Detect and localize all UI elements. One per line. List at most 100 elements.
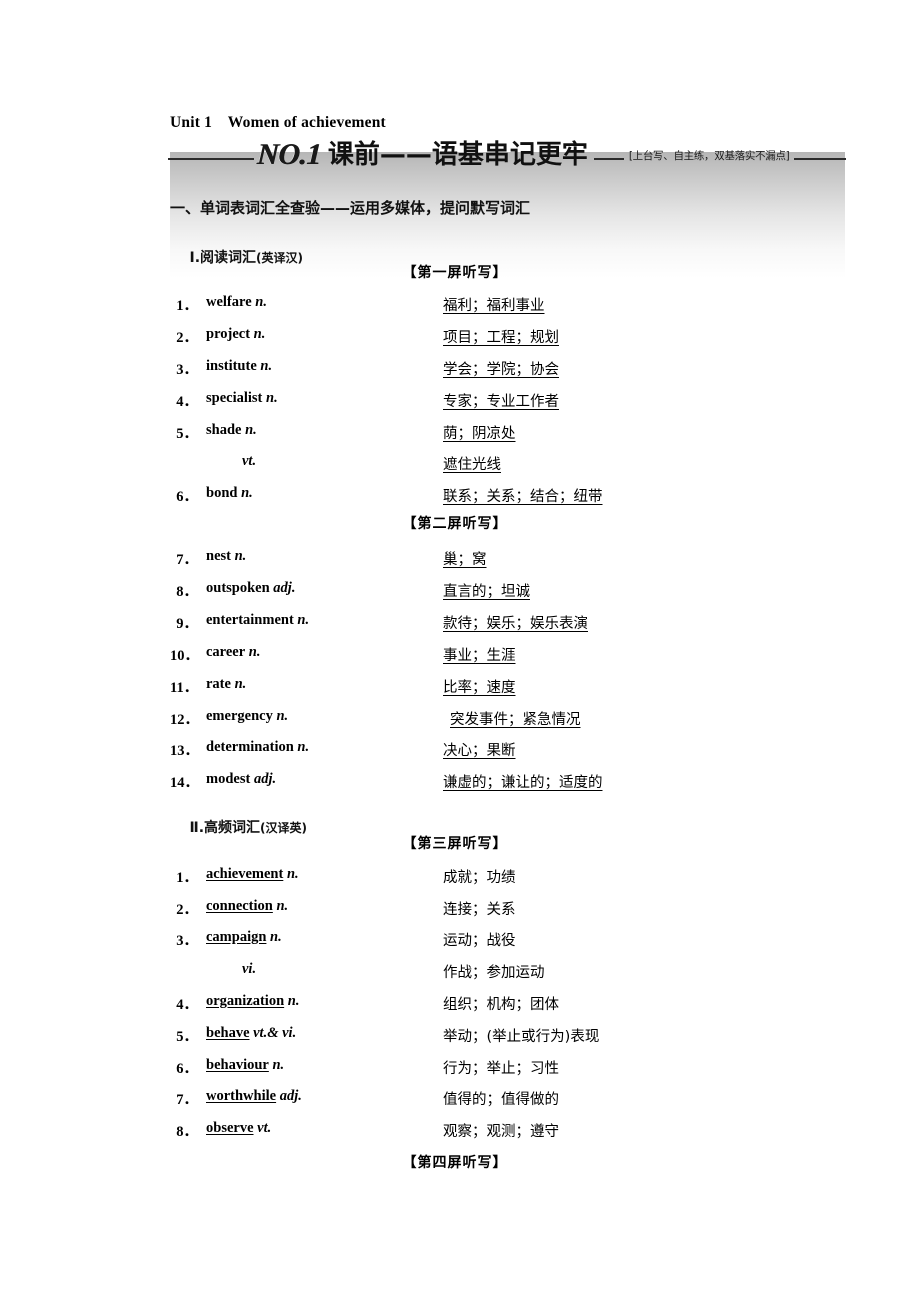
vocab-number: 12． <box>170 712 199 728</box>
vocab-answer: 谦虚的；谦让的；适度的 <box>443 775 603 791</box>
vocab-word-text: welfare <box>206 294 252 310</box>
vocab-answer: 专家；专业工作者 <box>443 394 559 410</box>
vocab-word: modest adj. <box>206 771 276 788</box>
vocab-word-text: worthwhile <box>206 1088 277 1104</box>
vocab-number: 5． <box>176 426 198 442</box>
banner-rule-left <box>168 158 254 160</box>
vocab-word: project n. <box>206 326 265 343</box>
vocab-word-text: specialist <box>206 390 263 406</box>
vocab-row: 2． connection n. 连接；关系 <box>170 898 830 918</box>
vocab-answer: 行为；举止；习性 <box>443 1061 559 1077</box>
vocab-row-sub: vi. 作战；参加运动 <box>170 961 830 981</box>
banner-rule-middle <box>593 158 624 160</box>
vocab-answer: 事业；生涯 <box>443 648 516 664</box>
vocab-word: observe vt. <box>206 1120 271 1137</box>
vocab-answer: 突发事件；紧急情况 <box>450 712 581 728</box>
vocab-answer: 成就；功绩 <box>443 870 516 886</box>
vocab-word-text: career <box>206 644 246 660</box>
vocab-pos: adj. <box>253 771 277 787</box>
vocab-number: 7． <box>176 1092 198 1108</box>
vocab-answer: 款待；娱乐；娱乐表演 <box>443 616 588 632</box>
vocab-pos: vt.& vi. <box>253 1025 297 1041</box>
vocab-number: 11． <box>170 680 199 696</box>
vocab-answer: 联系；关系；结合；纽带 <box>443 489 603 505</box>
vocab-pos: n. <box>266 390 278 406</box>
vocab-word: specialist n. <box>206 390 278 407</box>
vocab-pos: n. <box>234 548 247 564</box>
vocab-number: 1． <box>176 870 198 886</box>
vocab-number: 8． <box>176 584 198 600</box>
vocab-word-text: connection <box>206 898 273 914</box>
vocab-word-text: behave <box>206 1025 250 1041</box>
banner-number: NO.1 <box>256 138 322 171</box>
vocab-answer: 荫；阴凉处 <box>443 426 516 442</box>
vocab-word: connection n. <box>206 898 288 915</box>
vocab-answer: 决心；果断 <box>443 743 516 759</box>
vocab-word: nest n. <box>206 548 246 565</box>
vocab-answer: 遮住光线 <box>443 457 501 473</box>
vocab-word: vt. <box>242 453 256 470</box>
vocab-number: 3． <box>176 362 198 378</box>
vocab-answer: 作战；参加运动 <box>443 965 545 981</box>
section-banner: NO.1 课前——语基串记更牢 [上台写、自主练，双基落实不漏点] <box>168 136 846 174</box>
vocab-number: 14． <box>170 775 199 791</box>
vocab-word-text: project <box>206 326 251 342</box>
vocab-word: behave vt.& vi. <box>206 1025 296 1042</box>
vocab-answer: 运动；战役 <box>443 933 516 949</box>
vocab-pos: n. <box>287 993 300 1009</box>
vocab-answer: 连接；关系 <box>443 902 516 918</box>
vocab-answer: 直言的；坦诚 <box>443 584 530 600</box>
vocab-pos: vi. <box>242 961 257 977</box>
vocab-row: 6． behaviour n. 行为；举止；习性 <box>170 1057 830 1077</box>
part-one-heading: 一、单词表词汇全查验——运用多媒体，提问默写词汇 <box>170 199 531 217</box>
vocab-row: 13． determination n. 决心；果断 <box>170 739 830 759</box>
vocab-row: 5． shade n. 荫；阴凉处 <box>170 422 830 442</box>
vocab-row: 2． project n. 项目；工程；规划 <box>170 326 830 346</box>
vocab-number: 5． <box>176 1029 198 1045</box>
vocab-pos: adj. <box>279 1088 302 1104</box>
vocab-answer: 学会；学院；协会 <box>443 362 559 378</box>
vocab-row: 8． outspoken adj. 直言的；坦诚 <box>170 580 830 600</box>
vocab-word: outspoken adj. <box>206 580 295 597</box>
vocab-pos: n. <box>276 708 289 724</box>
vocab-answer: 值得的；值得做的 <box>443 1092 559 1108</box>
vocab-pos: n. <box>297 612 310 628</box>
vocab-number: 3． <box>176 933 198 949</box>
vocab-word-text: nest <box>206 548 231 564</box>
vocab-number: 9． <box>176 616 198 632</box>
vocab-word: determination n. <box>206 739 309 756</box>
vocab-word: entertainment n. <box>206 612 309 629</box>
vocab-number: 7． <box>176 552 198 568</box>
document-page: Unit 1 Women of achievement NO.1 课前——语基串… <box>0 0 920 1302</box>
unit-heading: Unit 1 Women of achievement <box>170 114 386 131</box>
vocab-answer: 巢；窝 <box>443 552 487 568</box>
vocab-pos: n. <box>255 294 267 310</box>
vocab-pos: vt. <box>257 1120 272 1136</box>
vocab-word: shade n. <box>206 422 257 439</box>
vocab-pos: n. <box>276 898 289 914</box>
vocab-word: welfare n. <box>206 294 267 311</box>
vocab-word-text: campaign <box>206 929 267 945</box>
vocab-word-text: organization <box>206 993 285 1009</box>
vocab-word: bond n. <box>206 485 253 502</box>
vocab-number: 10． <box>170 648 199 664</box>
vocab-pos: n. <box>241 485 253 501</box>
vocab-pos: n. <box>234 676 247 692</box>
vocab-pos: n. <box>260 358 273 374</box>
vocab-number: 4． <box>176 394 198 410</box>
vocab-word-text: achievement <box>206 866 284 882</box>
vocab-row: 14． modest adj. 谦虚的；谦让的；适度的 <box>170 771 830 791</box>
vocab-word: vi. <box>242 961 256 978</box>
vocab-word: worthwhile adj. <box>206 1088 302 1105</box>
screen-label-one: 【第一屏听写】 <box>402 265 508 281</box>
vocab-number: 13． <box>170 743 199 759</box>
vocab-word-text: determination <box>206 739 294 755</box>
vocab-answer: 举动；(举止或行为)表现 <box>443 1029 600 1045</box>
vocab-pos: n. <box>245 422 257 438</box>
vocab-word: institute n. <box>206 358 272 375</box>
vocab-row: 9． entertainment n. 款待；娱乐；娱乐表演 <box>170 612 830 632</box>
vocab-row: 6． bond n. 联系；关系；结合；纽带 <box>170 485 830 505</box>
vocab-number: 1． <box>176 298 198 314</box>
vocab-row: 1． achievement n. 成就；功绩 <box>170 866 830 886</box>
vocab-pos: vt. <box>242 453 257 469</box>
